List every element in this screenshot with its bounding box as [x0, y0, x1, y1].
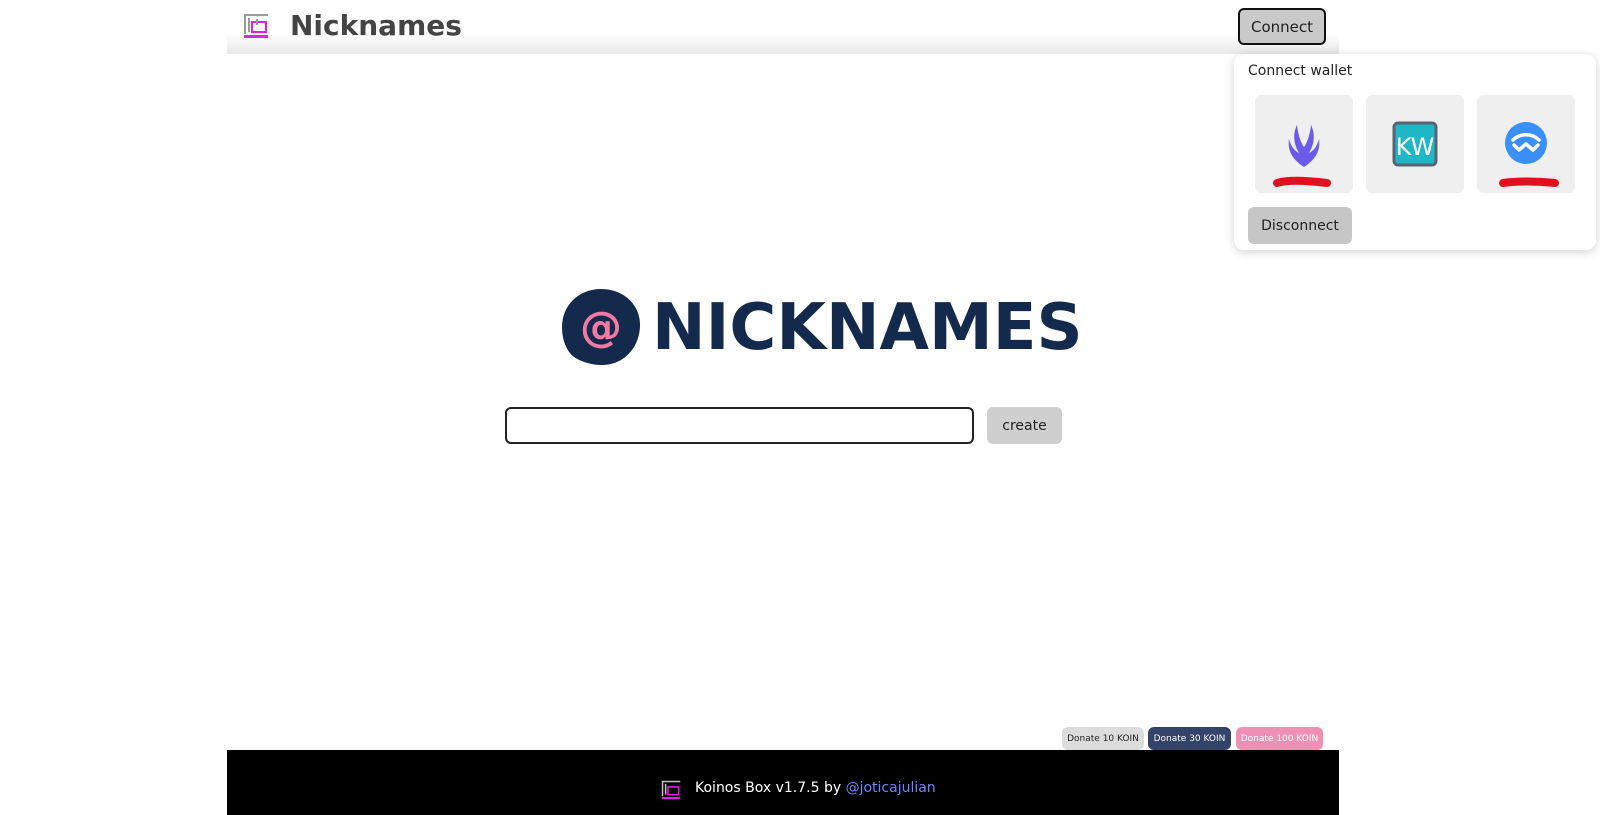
walletconnect-icon — [1499, 122, 1559, 187]
connect-wallet-title: Connect wallet — [1248, 63, 1353, 79]
wallet-option-kondor[interactable] — [1255, 95, 1353, 193]
page: Nicknames Connect Connect wallet KW Disc… — [0, 0, 1600, 815]
author-link[interactable]: @joticajulian — [846, 780, 936, 796]
at-sign-logo-icon: @ — [562, 289, 640, 365]
footer-version-text: Koinos Box v1.7.5 by — [695, 780, 846, 796]
nickname-input[interactable] — [505, 407, 974, 444]
footer-credits: Koinos Box v1.7.5 by @joticajulian — [695, 780, 936, 796]
at-glyph: @ — [580, 302, 622, 351]
connect-wallet-dropdown: Connect wallet KW Disconnect — [1234, 54, 1596, 250]
donate-100-koin-button[interactable]: Donate 100 KOIN — [1236, 727, 1323, 750]
connect-button[interactable]: Connect — [1238, 8, 1326, 45]
wallet-option-walletconnect[interactable] — [1477, 95, 1575, 193]
disconnect-button[interactable]: Disconnect — [1248, 207, 1352, 244]
donate-30-koin-button[interactable]: Donate 30 KOIN — [1148, 727, 1231, 750]
koinos-wallet-kw-icon: KW — [1392, 121, 1438, 167]
svg-text:KW: KW — [1396, 133, 1435, 161]
donate-10-koin-button[interactable]: Donate 10 KOIN — [1062, 727, 1144, 750]
footer: Koinos Box v1.7.5 by @joticajulian — [227, 750, 1339, 815]
top-header: Nicknames — [227, 0, 1339, 54]
kondor-wings-icon — [1273, 125, 1331, 187]
koinos-box-footer-logo-icon — [661, 780, 681, 800]
koinos-box-logo-icon[interactable] — [243, 13, 269, 39]
nicknames-wordmark: NICKNAMES — [652, 291, 1083, 365]
create-button[interactable]: create — [987, 407, 1062, 444]
wallet-option-kw[interactable]: KW — [1366, 95, 1464, 193]
app-title: Nicknames — [290, 9, 462, 42]
